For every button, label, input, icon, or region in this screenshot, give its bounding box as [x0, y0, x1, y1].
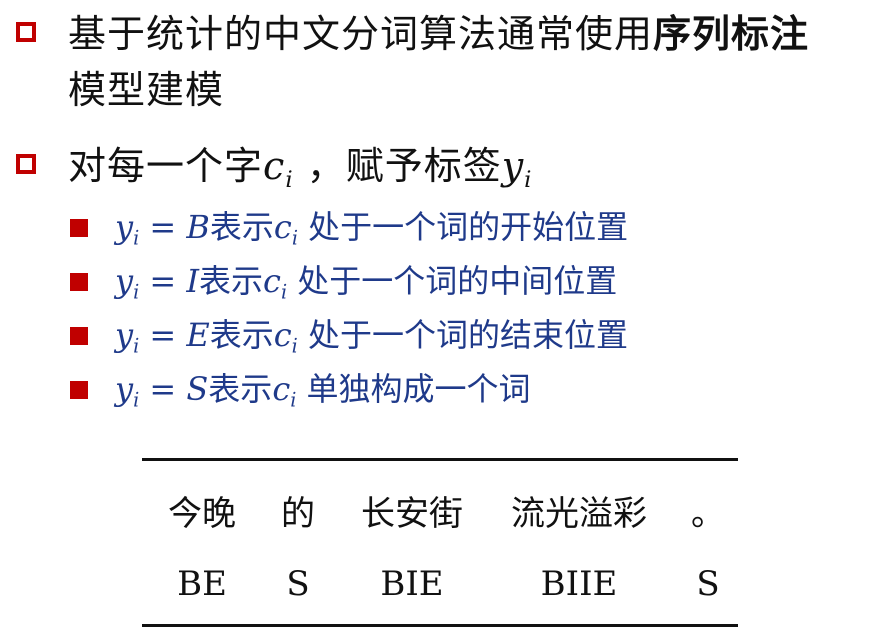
tag-letter: S	[186, 370, 209, 408]
tag-rule-desc: 处于一个词的中间位置	[287, 262, 618, 300]
tag-rule-text: yi = E表示ci 处于一个词的结束位置	[115, 316, 628, 356]
table-word-cell: 。	[691, 494, 725, 534]
bullet-text: 对每一个字ci ，赋予标签yi	[68, 138, 878, 194]
math-eq: =	[139, 262, 187, 300]
math-eq: =	[139, 208, 187, 246]
tag-rule-text: yi = B表示ci 处于一个词的开始位置	[115, 208, 629, 248]
table-tag-cell: BIE	[380, 564, 444, 604]
math-c-i: ci	[272, 370, 296, 410]
math-sub: i	[285, 166, 294, 193]
example-segmentation-table: 今晚 的 长安街 流光溢彩 。 BE S BIE BIIE S	[142, 458, 738, 628]
math-eq: =	[139, 370, 187, 408]
table-word-cell: 流光溢彩	[511, 494, 647, 534]
math-eq: =	[139, 316, 187, 354]
table-word-cell: 长安街	[361, 494, 463, 534]
tag-rule-item: yi = E表示ci 处于一个词的结束位置	[70, 313, 870, 367]
table-tag-cell: BE	[177, 564, 227, 604]
math-sub: i	[524, 166, 533, 193]
hollow-square-bullet-icon	[16, 154, 36, 174]
bullet-text: 基于统计的中文分词算法通常使用序列标注 模型建模	[68, 6, 878, 118]
math-var: c	[263, 262, 281, 300]
tag-rule-text: yi = S表示ci 单独构成一个词	[115, 370, 531, 410]
math-var: y	[115, 208, 134, 246]
bullet-assign-label: 对每一个字ci ，赋予标签yi	[16, 138, 878, 194]
filled-square-bullet-icon	[70, 381, 88, 399]
table-word-cell: 的	[281, 494, 315, 534]
table-tag-cell: S	[286, 564, 310, 604]
math-c-i: ci	[273, 316, 298, 356]
tag-rule-item: yi = S表示ci 单独构成一个词	[70, 367, 870, 421]
table-tag-cell: S	[696, 564, 720, 604]
tag-rule-item: yi = B表示ci 处于一个词的开始位置	[70, 205, 870, 259]
tag-rule-item: yi = I表示ci 处于一个词的中间位置	[70, 259, 870, 313]
tag-letter: I	[186, 262, 200, 300]
tag-rule-word: 表示	[209, 208, 274, 246]
math-var: c	[263, 144, 286, 188]
math-var: c	[273, 208, 292, 246]
math-y-i: yi	[115, 262, 139, 302]
math-c-i: ci	[273, 208, 298, 248]
table-tag-cell: BIIE	[540, 564, 618, 604]
math-var: c	[273, 316, 292, 354]
bullet-sequence-labeling: 基于统计的中文分词算法通常使用序列标注 模型建模	[16, 6, 878, 118]
tag-letter: B	[186, 208, 210, 246]
filled-square-bullet-icon	[70, 327, 88, 345]
tag-rule-desc: 单独构成一个词	[296, 370, 531, 408]
bullet-text-part: ，赋予标签	[293, 144, 502, 188]
bullet-text-part: 对每一个字	[68, 144, 264, 188]
bullet-text-prefix: 基于统计的中文分词算法通常使用	[68, 12, 654, 56]
tag-rule-word: 表示	[208, 370, 273, 408]
math-var: y	[501, 144, 525, 188]
tag-rule-desc: 处于一个词的结束位置	[297, 316, 628, 354]
math-c-i: ci	[263, 262, 287, 302]
math-y-i: yi	[115, 208, 139, 248]
hollow-square-bullet-icon	[16, 22, 36, 42]
tag-rule-word: 表示	[199, 262, 264, 300]
math-y-i: yi	[115, 370, 139, 410]
math-y-i: yi	[501, 144, 533, 191]
tag-rule-text: yi = I表示ci 处于一个词的中间位置	[115, 262, 618, 302]
table-word-cell: 今晚	[168, 494, 236, 534]
tag-rule-word: 表示	[209, 316, 274, 354]
table-bottom-rule	[142, 624, 738, 627]
bullet-text-line2: 模型建模	[68, 68, 225, 112]
math-y-i: yi	[115, 316, 139, 356]
filled-square-bullet-icon	[70, 219, 88, 237]
filled-square-bullet-icon	[70, 273, 88, 291]
math-c-i: ci	[263, 144, 294, 191]
math-var: y	[115, 316, 134, 354]
bullet-text-bold: 序列标注	[653, 11, 810, 56]
math-var: c	[272, 370, 291, 408]
table-top-rule	[142, 458, 738, 461]
tag-rule-desc: 处于一个词的开始位置	[297, 208, 629, 246]
math-var: y	[115, 370, 134, 408]
tag-letter: E	[186, 316, 210, 354]
math-var: y	[115, 262, 134, 300]
tag-rules-list: yi = B表示ci 处于一个词的开始位置 yi = I表示ci 处于一个词的中间…	[70, 205, 870, 421]
